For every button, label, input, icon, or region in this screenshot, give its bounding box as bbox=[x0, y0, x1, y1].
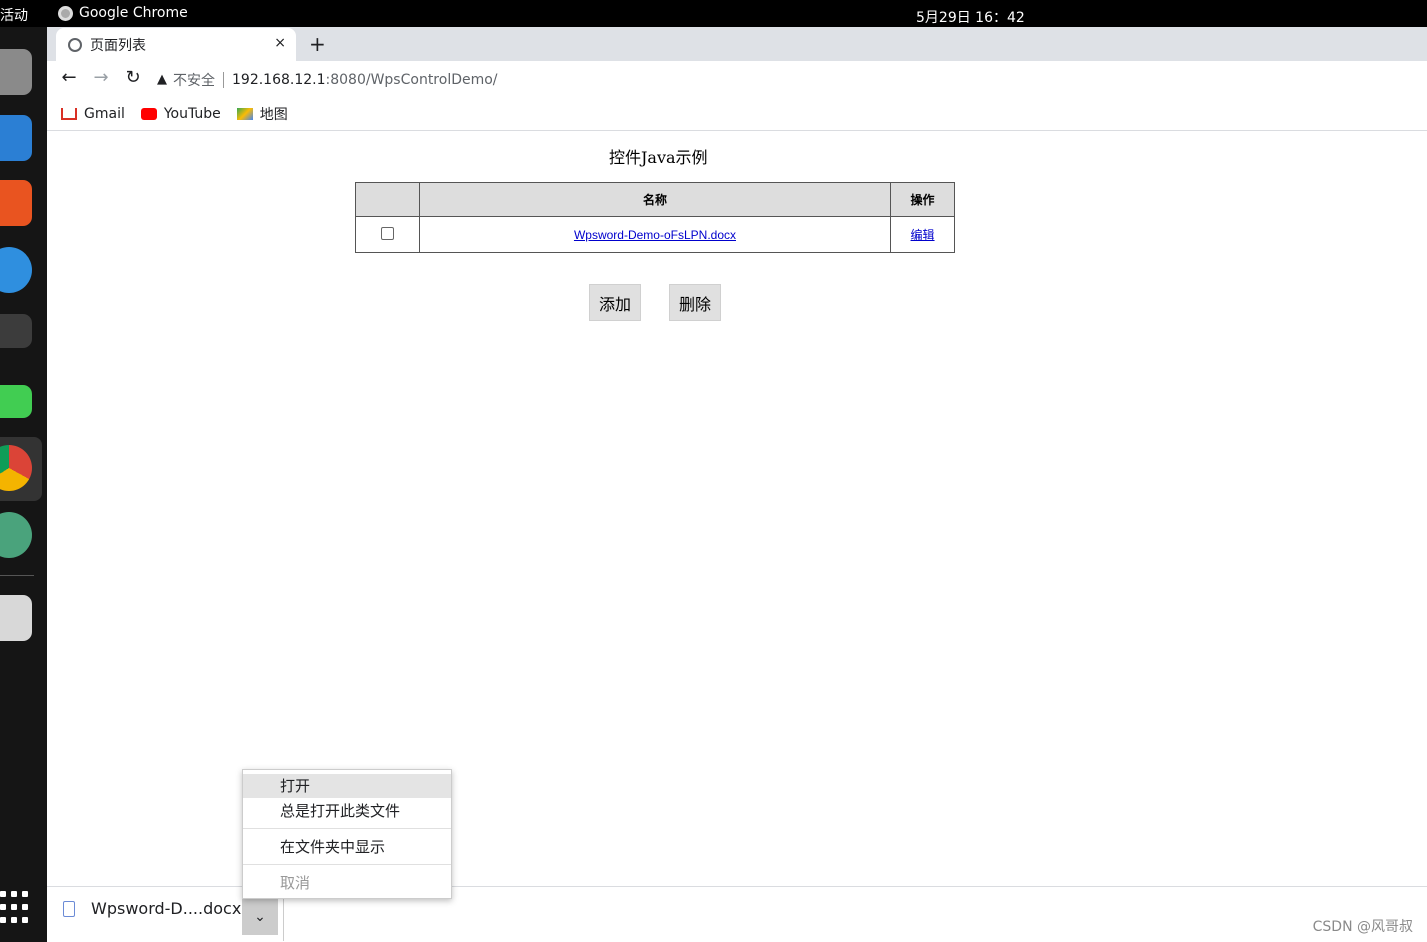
trash-icon[interactable] bbox=[0, 595, 32, 641]
new-tab-button[interactable]: + bbox=[309, 32, 326, 56]
chevron-down-icon[interactable]: ⌄ bbox=[242, 899, 278, 935]
qtcreator-icon[interactable] bbox=[0, 385, 32, 418]
menu-item-open[interactable]: 打开 bbox=[243, 774, 451, 798]
tab-title: 页面列表 bbox=[90, 37, 146, 54]
page-title: 控件Java示例 bbox=[609, 148, 708, 167]
watermark: CSDN @风哥叔 bbox=[1312, 919, 1413, 935]
file-link[interactable]: Wpsword-Demo-oFsLPN.docx bbox=[574, 228, 736, 242]
terminal-icon[interactable] bbox=[0, 314, 32, 348]
select-cell bbox=[355, 216, 420, 253]
app-name: Google Chrome bbox=[79, 5, 188, 21]
tab-page-list[interactable]: 页面列表 × bbox=[56, 28, 296, 61]
header-name: 名称 bbox=[418, 182, 892, 217]
address-divider bbox=[223, 71, 224, 88]
row-checkbox[interactable] bbox=[380, 226, 394, 240]
dock-separator bbox=[0, 575, 34, 576]
download-filename: Wpsword-D....docx bbox=[91, 899, 242, 918]
clock[interactable]: 5月29日 16：42 bbox=[916, 7, 1025, 27]
warning-icon[interactable]: ▲ bbox=[157, 72, 167, 87]
bookmarks-bar: Gmail YouTube 地图 bbox=[47, 98, 1427, 131]
bookmark-label: YouTube bbox=[163, 106, 221, 122]
add-button[interactable]: 添加 bbox=[589, 284, 641, 321]
software-center-icon[interactable] bbox=[0, 180, 32, 226]
writer-icon[interactable] bbox=[0, 115, 32, 161]
delete-button[interactable]: 删除 bbox=[669, 284, 721, 321]
show-apps-icon[interactable] bbox=[0, 891, 28, 925]
file-table: 名称 操作 Wpsword-Demo-oFsLPN.docx 编辑 bbox=[355, 182, 955, 253]
menu-separator bbox=[243, 864, 451, 865]
edit-link[interactable]: 编辑 bbox=[911, 228, 935, 242]
help-icon[interactable] bbox=[0, 247, 32, 293]
bookmark-label: Gmail bbox=[84, 106, 125, 122]
back-button[interactable]: ← bbox=[57, 67, 81, 88]
header-select bbox=[355, 182, 420, 217]
reload-button[interactable]: ↻ bbox=[121, 67, 145, 88]
tab-strip: 页面列表 × + bbox=[47, 27, 1427, 61]
close-tab-icon[interactable]: × bbox=[274, 35, 286, 51]
bookmark-maps[interactable]: 地图 bbox=[236, 104, 288, 124]
globe-icon bbox=[68, 37, 82, 52]
url-path: :8080/WpsControlDemo/ bbox=[325, 71, 498, 88]
security-label[interactable]: 不安全 bbox=[173, 70, 215, 90]
youtube-icon bbox=[140, 108, 157, 120]
download-divider bbox=[283, 899, 284, 941]
maps-icon bbox=[236, 108, 253, 120]
name-cell: Wpsword-Demo-oFsLPN.docx bbox=[418, 216, 892, 253]
gmail-icon bbox=[61, 108, 77, 120]
download-context-menu: 打开 总是打开此类文件 在文件夹中显示 取消 bbox=[242, 769, 452, 899]
document-icon bbox=[63, 900, 75, 917]
toolbar: ← → ↻ ▲ 不安全 192.168.12.1 :8080/WpsContro… bbox=[47, 61, 1427, 98]
bookmark-youtube[interactable]: YouTube bbox=[140, 106, 221, 122]
files-icon[interactable] bbox=[0, 49, 32, 95]
menu-item-always-open[interactable]: 总是打开此类文件 bbox=[243, 799, 451, 823]
chrome-icon bbox=[58, 5, 73, 21]
activities-button[interactable]: 活动 bbox=[0, 5, 28, 25]
system-top-bar: 活动 Google Chrome 5月29日 16：42 bbox=[0, 0, 1427, 27]
atom-icon[interactable] bbox=[0, 512, 32, 558]
bookmark-label: 地图 bbox=[259, 107, 288, 123]
bookmark-gmail[interactable]: Gmail bbox=[61, 106, 125, 122]
menu-item-show-in-folder[interactable]: 在文件夹中显示 bbox=[243, 835, 451, 859]
address-bar[interactable]: ▲ 不安全 192.168.12.1 :8080/WpsControlDemo/ bbox=[157, 65, 1427, 94]
header-action: 操作 bbox=[890, 182, 955, 217]
download-item[interactable]: Wpsword-D....docx bbox=[63, 899, 241, 918]
menu-separator bbox=[243, 828, 451, 829]
action-cell: 编辑 bbox=[890, 216, 955, 253]
forward-button[interactable]: → bbox=[89, 67, 113, 88]
url-host: 192.168.12.1 bbox=[232, 71, 326, 88]
app-menu[interactable]: Google Chrome bbox=[58, 5, 188, 21]
table-row: Wpsword-Demo-oFsLPN.docx 编辑 bbox=[355, 216, 955, 253]
dock bbox=[0, 27, 47, 942]
menu-item-cancel[interactable]: 取消 bbox=[243, 871, 451, 895]
